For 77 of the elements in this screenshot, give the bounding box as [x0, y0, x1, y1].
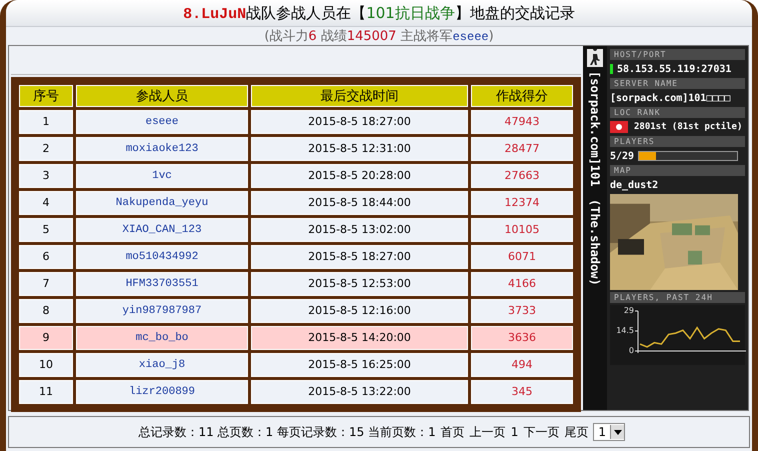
section-label: PLAYERS, PAST 24H — [610, 292, 745, 303]
section-label: MAP — [610, 165, 745, 176]
table-cell: 2015-8-5 20:28:00 — [251, 164, 468, 188]
tick-label: 29 — [624, 306, 634, 316]
status-icon — [610, 64, 613, 74]
section-label: SERVER NAME — [610, 78, 745, 89]
table-cell: 6 — [19, 245, 73, 269]
page-title: 8.LuJuN战队参战人员在【101抗日战争】地盘的交战记录 — [183, 4, 575, 22]
pager-item[interactable]: 下一页 — [523, 424, 560, 440]
column-header: 参战人员 — [76, 85, 248, 107]
rank-text: 2801st (81st pctile) — [634, 122, 742, 132]
server-name-vertical: [sorpack.com]101 — [587, 71, 603, 187]
player-link[interactable]: XIAO_CAN_123 — [76, 218, 248, 242]
table-cell: 5 — [19, 218, 73, 242]
table-cell: 4 — [19, 191, 73, 215]
table-cell: 10 — [19, 353, 73, 377]
table-cell: 345 — [471, 380, 573, 404]
caret-icon — [610, 425, 624, 439]
tick-label: 14.5 — [616, 326, 634, 336]
table-cell: 3636 — [471, 326, 573, 350]
player-link[interactable]: 1vc — [76, 164, 248, 188]
pager-item[interactable]: 尾页 — [564, 424, 588, 440]
column-header: 作战得分 — [471, 85, 573, 107]
table-cell: 2015-8-5 18:44:00 — [251, 191, 468, 215]
page-select[interactable]: 1 — [593, 423, 625, 441]
map-name: de_dust2 — [610, 180, 658, 190]
table-cell: 2015-8-5 12:53:00 — [251, 272, 468, 296]
table-cell: 2015-8-5 18:27:00 — [251, 245, 468, 269]
table-cell: 12374 — [471, 191, 573, 215]
pager-item[interactable]: 1 — [510, 425, 518, 439]
column-header: 序号 — [19, 85, 73, 107]
player-link[interactable]: moxiaoke123 — [76, 137, 248, 161]
server-name: [sorpack.com]101□□□□ — [610, 92, 730, 104]
table-cell: 2015-8-5 14:20:00 — [251, 326, 468, 350]
table-cell: 47943 — [471, 110, 573, 134]
tick-label: 0 — [628, 346, 634, 356]
record-summary: 总记录数：11 总页数：1 每页记录数：15 当前页数：1 — [138, 424, 436, 440]
table-cell: 10105 — [471, 218, 573, 242]
table-cell: 27663 — [471, 164, 573, 188]
player-link[interactable]: HFM33703551 — [76, 272, 248, 296]
table-cell: 3733 — [471, 299, 573, 323]
player-link[interactable]: mc_bo_bo — [76, 326, 248, 350]
pager-item[interactable]: 上一页 — [470, 424, 506, 440]
table-cell: 2 — [19, 137, 73, 161]
clan-tag-vertical: (The.shadow) — [587, 198, 603, 286]
player-link[interactable]: xiao_j8 — [76, 353, 248, 377]
table-cell: 2015-8-5 13:02:00 — [251, 218, 468, 242]
player-count: 5/29 — [610, 150, 634, 162]
table-cell: 2015-8-5 13:22:00 — [251, 380, 468, 404]
table-cell: 11 — [19, 380, 73, 404]
table-cell: 9 — [19, 326, 73, 350]
section-label: LOC RANK — [610, 107, 745, 118]
player-link[interactable]: mo510434992 — [76, 245, 248, 269]
player-link[interactable]: eseee — [76, 110, 248, 134]
table-cell: 3 — [19, 164, 73, 188]
table-cell: 7 — [19, 272, 73, 296]
table-cell: 6071 — [471, 245, 573, 269]
table-cell: 2015-8-5 12:31:00 — [251, 137, 468, 161]
column-header: 最后交战时间 — [251, 85, 468, 107]
table-cell: 1 — [19, 110, 73, 134]
section-label: PLAYERS — [610, 136, 745, 147]
player-link[interactable]: Nakupenda_yeyu — [76, 191, 248, 215]
section-label: HOST/PORT — [610, 49, 745, 60]
player-link[interactable]: lizr200899 — [76, 380, 248, 404]
table-cell: 2015-8-5 16:25:00 — [251, 353, 468, 377]
player-link[interactable]: yin987987987 — [76, 299, 248, 323]
pager-item[interactable]: 首页 — [440, 424, 465, 440]
table-cell: 4166 — [471, 272, 573, 296]
flag-icon — [610, 121, 628, 133]
host-address: 58.153.55.119:27031 — [617, 64, 732, 74]
table-cell: 494 — [471, 353, 573, 377]
team-stats: (战斗力6 战绩145007 主战将军eseee) — [264, 28, 494, 45]
table-cell: 2015-8-5 18:27:00 — [251, 110, 468, 134]
table-cell: 28477 — [471, 137, 573, 161]
soldier-icon — [587, 49, 603, 67]
table-cell: 2015-8-5 12:16:00 — [251, 299, 468, 323]
table-cell: 8 — [19, 299, 73, 323]
